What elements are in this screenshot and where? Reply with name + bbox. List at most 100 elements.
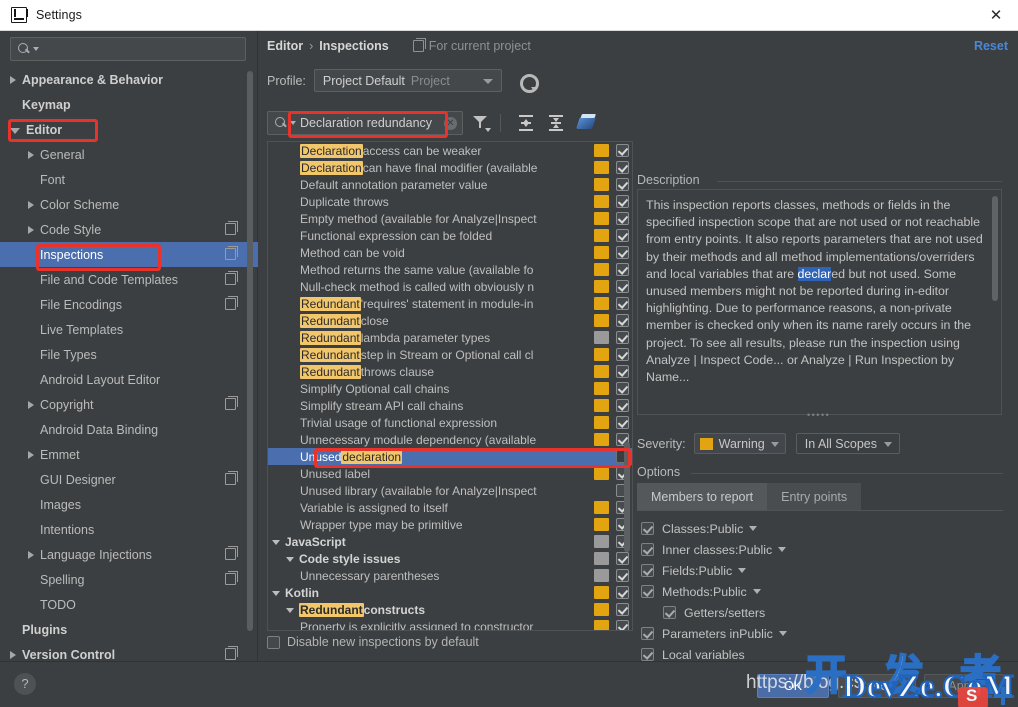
inspection-enabled-checkbox[interactable] [616,195,629,208]
inspection-row[interactable]: Variable is assigned to itself [268,499,632,516]
inspection-enabled-checkbox[interactable] [616,552,629,565]
option-checkbox[interactable] [641,585,654,598]
inspection-row[interactable]: Wrapper type may be primitive [268,516,632,533]
reset-link[interactable]: Reset [974,39,1008,53]
option-row[interactable]: Methods:Public [641,581,1001,602]
inspection-row[interactable]: Unused label [268,465,632,482]
sidebar-item-images[interactable]: Images [0,492,258,517]
inspection-row[interactable]: Property is explicitly assigned to const… [268,618,632,630]
sidebar-item-font[interactable]: Font [0,167,258,192]
collapse-all-icon[interactable] [544,111,568,135]
inspection-row[interactable]: Unused declaration [268,448,632,465]
sidebar-item-general[interactable]: General [0,142,258,167]
help-button[interactable]: ? [14,673,36,695]
sidebar-item-version-control[interactable]: Version Control [0,642,258,661]
inspection-row[interactable]: Simplify stream API call chains [268,397,632,414]
inspection-row[interactable]: Code style issues [268,550,632,567]
options-tabs[interactable]: Members to report Entry points [637,483,862,510]
inspection-enabled-checkbox[interactable] [616,229,629,242]
chevron-down-icon[interactable] [749,526,758,531]
inspection-row[interactable]: Null-check method is called with obvious… [268,278,632,295]
option-checkbox[interactable] [641,522,654,535]
chevron-right-icon[interactable] [28,400,34,409]
inspection-enabled-checkbox[interactable] [616,161,629,174]
scope-select[interactable]: In All Scopes [795,433,900,454]
sidebar-item-color-scheme[interactable]: Color Scheme [0,192,258,217]
chevron-right-icon[interactable] [28,150,34,159]
inspection-row[interactable]: Unnecessary parentheses [268,567,632,584]
inspections-list-panel[interactable]: Declaration access can be weaker Declarat… [267,141,633,631]
sidebar-item-file-types[interactable]: File Types [0,342,258,367]
inspection-enabled-checkbox[interactable] [616,382,629,395]
disable-new-inspections-checkbox[interactable] [267,635,280,649]
option-row[interactable]: Getters/setters [641,602,1001,623]
inspection-row[interactable]: Redundant throws clause [268,363,632,380]
option-checkbox[interactable] [641,627,654,640]
inspection-row[interactable]: Unused library (available for Analyze|In… [268,482,632,499]
sidebar-item-android-data-binding[interactable]: Android Data Binding [0,417,258,442]
reset-to-defaults-icon[interactable] [574,111,598,135]
sidebar-item-appearance-behavior[interactable]: Appearance & Behavior [0,67,258,92]
chevron-right-icon[interactable] [28,450,34,459]
inspection-row[interactable]: Kotlin [268,584,632,601]
sidebar-item-live-templates[interactable]: Live Templates [0,317,258,342]
inspection-enabled-checkbox[interactable] [616,212,629,225]
inspection-enabled-checkbox[interactable] [616,416,629,429]
inspection-enabled-checkbox[interactable] [616,246,629,259]
breadcrumb-parent[interactable]: Editor [267,39,303,53]
chevron-down-icon[interactable] [286,607,294,613]
inspection-enabled-checkbox[interactable] [616,297,629,310]
sidebar-item-spelling[interactable]: Spelling [0,567,258,592]
chevron-right-icon[interactable] [10,650,16,659]
option-checkbox[interactable] [641,648,654,661]
inspection-row[interactable]: Empty method (available for Analyze|Insp… [268,210,632,227]
inspection-row[interactable]: Method can be void [268,244,632,261]
inspection-row[interactable]: Redundant 'requires' statement in module… [268,295,632,312]
sidebar-item-code-style[interactable]: Code Style [0,217,258,242]
inspection-enabled-checkbox[interactable] [616,331,629,344]
expand-all-icon[interactable] [514,111,538,135]
chevron-down-icon[interactable] [778,631,787,636]
chevron-right-icon[interactable] [28,225,34,234]
severity-select[interactable]: Warning [693,433,786,454]
inspection-enabled-checkbox[interactable] [616,263,629,276]
sidebar-item-copyright[interactable]: Copyright [0,392,258,417]
chevron-right-icon[interactable] [28,200,34,209]
inspection-row[interactable]: Unnecessary module dependency (available [268,431,632,448]
sidebar-item-inspections[interactable]: Inspections [0,242,258,267]
gear-icon[interactable] [519,73,539,93]
option-row[interactable]: Parameters inPublic [641,623,1001,644]
chevron-down-icon[interactable] [738,568,747,573]
inspection-row[interactable]: Redundant close [268,312,632,329]
options-items[interactable]: Classes:Public Inner classes:Public Fields… [641,518,1001,665]
inspection-enabled-checkbox[interactable] [616,603,629,616]
sidebar-item-editor[interactable]: Editor [0,117,258,142]
inspection-enabled-checkbox[interactable] [616,586,629,599]
inspection-enabled-checkbox[interactable] [616,365,629,378]
inspection-row[interactable]: Redundant constructs [268,601,632,618]
sidebar-item-file-and-code-templates[interactable]: File and Code Templates [0,267,258,292]
options-tab-entry-points[interactable]: Entry points [767,483,862,510]
search-input[interactable] [39,41,245,57]
inspection-enabled-checkbox[interactable] [616,178,629,191]
clear-icon[interactable]: ✕ [444,117,457,130]
option-checkbox[interactable] [641,543,654,556]
inspection-row[interactable]: JavaScript [268,533,632,550]
settings-tree[interactable]: Appearance & Behavior Keymap Editor General… [0,67,258,661]
chevron-right-icon[interactable] [10,75,16,84]
inspection-row[interactable]: Duplicate throws [268,193,632,210]
inspection-row[interactable]: Trivial usage of functional expression [268,414,632,431]
sidebar-item-emmet[interactable]: Emmet [0,442,258,467]
option-checkbox[interactable] [641,564,654,577]
chevron-down-icon[interactable] [778,547,787,552]
inspection-enabled-checkbox[interactable] [616,620,629,630]
inspection-row[interactable]: Redundant step in Stream or Optional cal… [268,346,632,363]
inspection-row[interactable]: Simplify Optional call chains [268,380,632,397]
sidebar-item-todo[interactable]: TODO [0,592,258,617]
option-row[interactable]: Classes:Public [641,518,1001,539]
option-row[interactable]: Inner classes:Public [641,539,1001,560]
inspection-row[interactable]: Declaration can have final modifier (ava… [268,159,632,176]
description-scrollbar[interactable] [992,196,998,301]
filter-icon[interactable] [469,111,493,135]
inspection-row[interactable]: Default annotation parameter value [268,176,632,193]
